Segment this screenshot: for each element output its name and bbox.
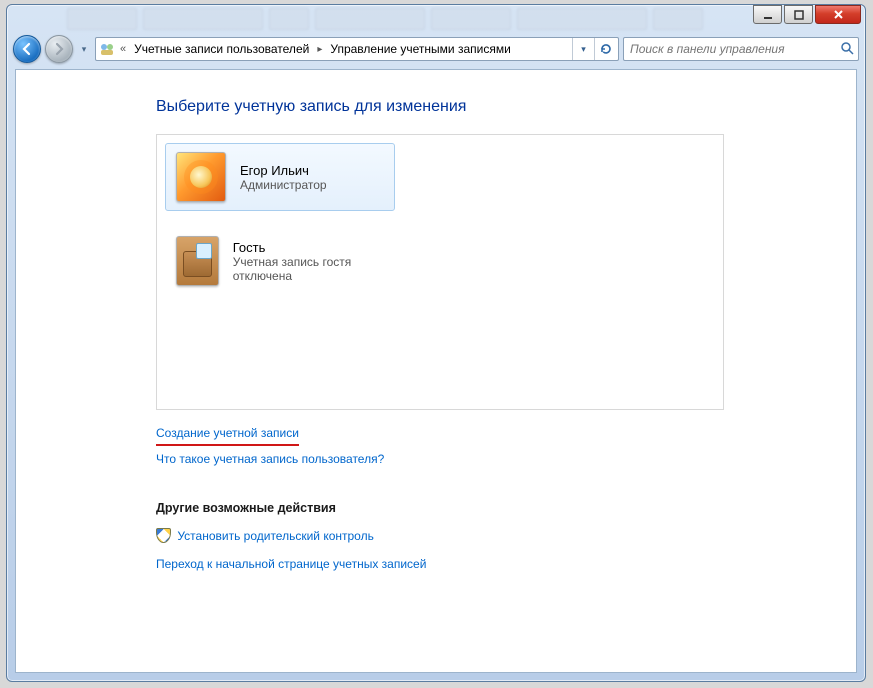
account-name: Егор Ильич <box>240 163 327 178</box>
account-name: Гость <box>233 240 384 255</box>
maximize-button[interactable] <box>784 5 813 24</box>
close-button[interactable] <box>815 5 861 24</box>
address-bar[interactable]: « Учетные записи пользователей ▸ Управле… <box>95 37 619 61</box>
nav-bar: ▾ « Учетные записи пользователей ▸ Управ… <box>13 33 859 65</box>
title-bar <box>7 5 865 33</box>
search-input[interactable] <box>628 41 840 57</box>
account-role: Администратор <box>240 178 327 192</box>
maximize-icon <box>794 10 804 20</box>
chevron-right-icon[interactable]: ▸ <box>315 44 324 55</box>
shield-icon <box>156 528 171 543</box>
link-what-is-account[interactable]: Что такое учетная запись пользователя? <box>156 446 384 473</box>
breadcrumb-prefix: « <box>118 43 128 55</box>
accounts-list: Егор Ильич Администратор Гость Учетная з… <box>156 134 724 410</box>
user-accounts-icon <box>98 40 116 58</box>
link-goto-accounts-home[interactable]: Переход к начальной странице учетных зап… <box>156 551 426 578</box>
chevron-down-icon: ▾ <box>82 44 87 55</box>
account-item[interactable]: Егор Ильич Администратор <box>165 143 395 211</box>
other-actions-heading: Другие возможные действия <box>156 501 724 515</box>
content-pane: Выберите учетную запись для изменения Ег… <box>15 69 857 673</box>
link-parental-controls[interactable]: Установить родительский контроль <box>177 523 374 550</box>
account-role: Учетная запись гостя отключена <box>233 255 384 283</box>
breadcrumb-dropdown[interactable]: ▾ <box>572 38 594 60</box>
arrow-left-icon <box>20 42 34 56</box>
account-item[interactable]: Гость Учетная запись гостя отключена <box>165 227 395 295</box>
breadcrumb-item-1[interactable]: Учетные записи пользователей <box>130 42 313 56</box>
search-box[interactable] <box>623 37 859 61</box>
breadcrumb-item-2[interactable]: Управление учетными записями <box>326 42 514 56</box>
avatar <box>176 152 226 202</box>
avatar <box>176 236 219 286</box>
link-create-account[interactable]: Создание учетной записи <box>156 420 299 446</box>
page-title: Выберите учетную запись для изменения <box>156 98 736 116</box>
close-icon <box>833 9 844 20</box>
forward-button[interactable] <box>45 35 73 63</box>
chevron-down-icon: ▾ <box>581 44 586 55</box>
arrow-right-icon <box>52 42 66 56</box>
minimize-icon <box>763 10 773 20</box>
refresh-button[interactable] <box>594 38 616 60</box>
minimize-button[interactable] <box>753 5 782 24</box>
back-button[interactable] <box>13 35 41 63</box>
nav-history-dropdown[interactable]: ▾ <box>77 39 91 59</box>
refresh-icon <box>599 42 613 56</box>
search-icon[interactable] <box>840 41 854 58</box>
window-frame: ▾ « Учетные записи пользователей ▸ Управ… <box>6 4 866 682</box>
